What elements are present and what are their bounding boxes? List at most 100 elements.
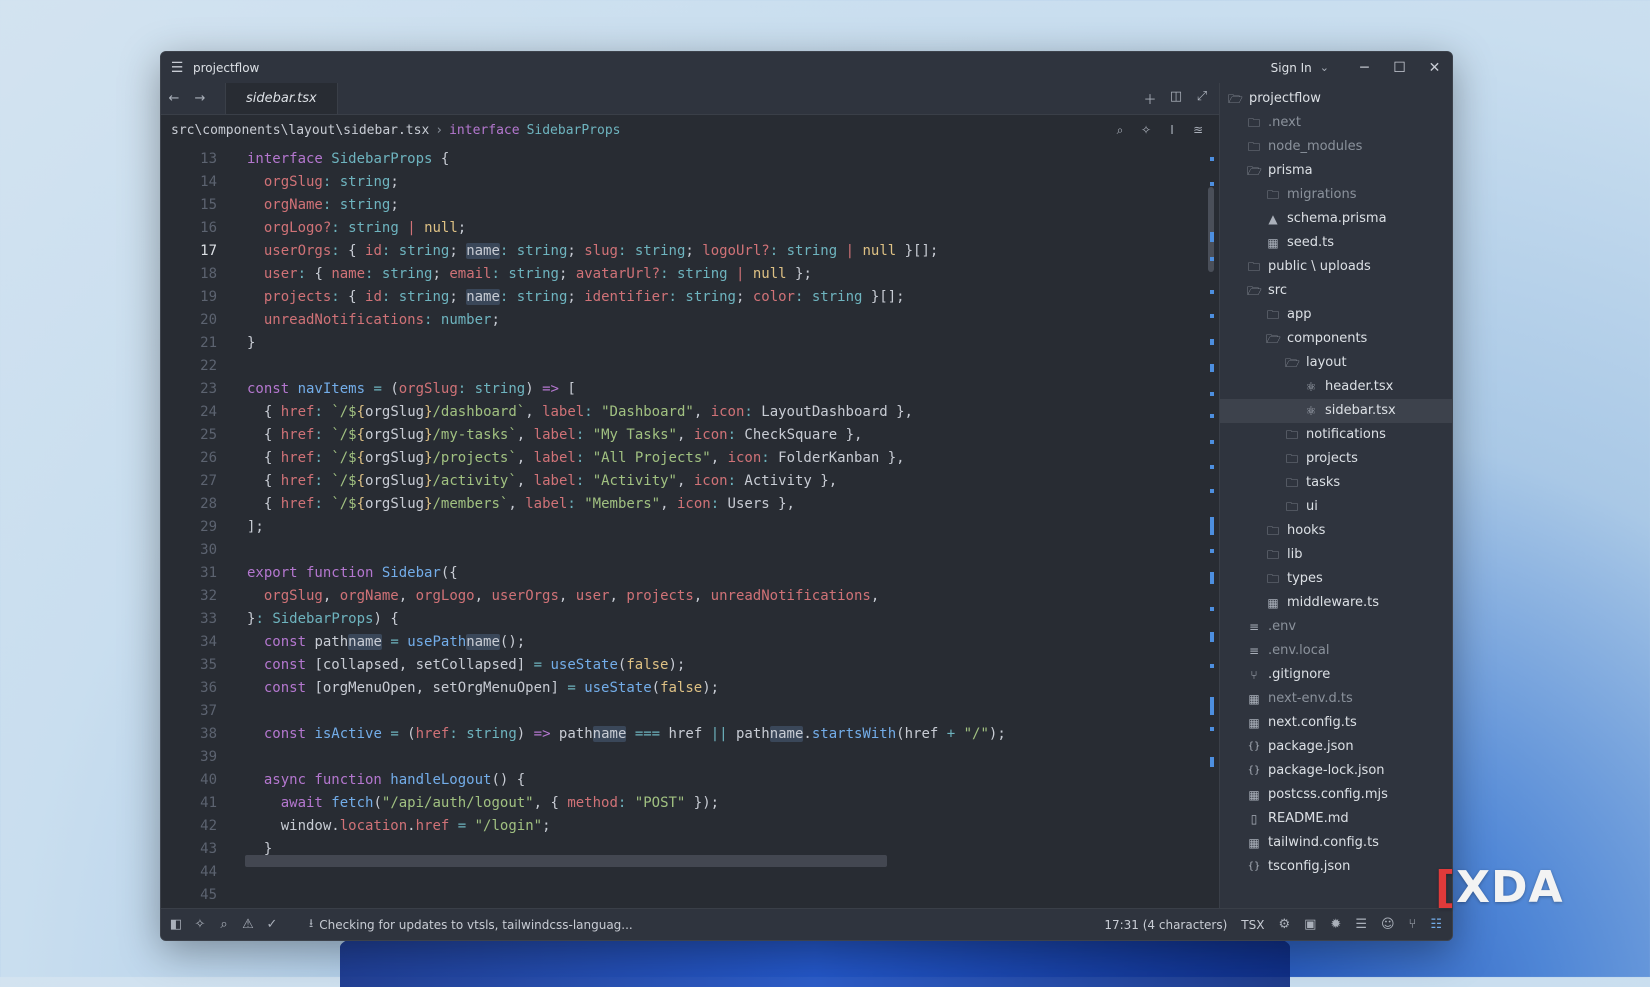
code-line[interactable]: 31 export function Sidebar({ <box>161 562 1219 585</box>
code-line[interactable]: 30 <box>161 539 1219 562</box>
code-line[interactable]: 15 orgName: string; <box>161 194 1219 217</box>
minimize-icon[interactable]: ─ <box>1347 60 1382 76</box>
diagnostics-icon[interactable]: ⚠ <box>239 917 257 932</box>
project-panel-icon[interactable]: ☷ <box>1430 917 1442 932</box>
file-tree-item[interactable]: 🗁 components <box>1220 327 1452 351</box>
tab-sidebar-tsx[interactable]: sidebar.tsx <box>225 83 338 114</box>
code-line[interactable]: 38 const isActive = (href: string) => pa… <box>161 723 1219 746</box>
search-icon[interactable]: ⌕ <box>1109 123 1131 138</box>
outline-icon[interactable]: ☰ <box>1355 917 1367 932</box>
file-tree-item[interactable]: 🗀 notifications <box>1220 423 1452 447</box>
sign-in-button[interactable]: Sign In <box>1271 61 1312 75</box>
code-line[interactable]: 35 const [collapsed, setCollapsed] = use… <box>161 654 1219 677</box>
file-tree-item[interactable]: ⑂ .gitignore <box>1220 663 1452 687</box>
file-tree-item[interactable]: ⚛ sidebar.tsx <box>1220 399 1452 423</box>
file-tree-item[interactable]: 🗀 node_modules <box>1220 135 1452 159</box>
code-line[interactable]: 40 async function handleLogout() { <box>161 769 1219 792</box>
collab-icon[interactable]: ☺ <box>1381 917 1395 932</box>
code-line[interactable]: 13 interface SidebarProps { <box>161 148 1219 171</box>
text-cursor-icon[interactable]: I <box>1161 123 1183 138</box>
git-branch-icon[interactable]: ⑂ <box>1409 917 1417 932</box>
code-line[interactable]: 28 { href: `/${orgSlug}/members`, label:… <box>161 493 1219 516</box>
code-line[interactable]: 41 await fetch("/api/auth/logout", { met… <box>161 792 1219 815</box>
file-tree-item[interactable]: 🗀 lib <box>1220 543 1452 567</box>
close-icon[interactable]: ✕ <box>1417 60 1452 76</box>
language-selector[interactable]: TSX <box>1241 918 1264 932</box>
file-tree-item[interactable]: 🗀 tasks <box>1220 471 1452 495</box>
file-tree-item[interactable]: {} tsconfig.json <box>1220 855 1452 879</box>
code-line[interactable]: 18 user: { name: string; email: string; … <box>161 263 1219 286</box>
code-line[interactable]: 26 { href: `/${orgSlug}/projects`, label… <box>161 447 1219 470</box>
file-tree-item[interactable]: 🗀 ui <box>1220 495 1452 519</box>
split-pane-icon[interactable]: ◫ <box>1165 89 1187 108</box>
code-line[interactable]: 29]; <box>161 516 1219 539</box>
file-tree-item[interactable]: ▦ next.config.ts <box>1220 711 1452 735</box>
code-line[interactable]: 22 <box>161 355 1219 378</box>
file-tree-item[interactable]: 🗁 projectflow <box>1220 87 1452 111</box>
code-line[interactable]: 45 <box>161 884 1219 907</box>
file-tree-item[interactable]: {} package-lock.json <box>1220 759 1452 783</box>
assistant-sparkle-icon[interactable]: ✧ <box>191 917 209 932</box>
code-token: string <box>398 243 450 259</box>
code-line[interactable]: 16 orgLogo?: string | null; <box>161 217 1219 240</box>
maximize-icon[interactable]: ☐ <box>1382 60 1417 76</box>
file-tree-item[interactable]: {} package.json <box>1220 735 1452 759</box>
file-tree-item[interactable]: 🗀 migrations <box>1220 183 1452 207</box>
code-line[interactable]: 37 <box>161 700 1219 723</box>
forward-arrow-icon[interactable]: → <box>187 91 213 106</box>
code-line[interactable]: 39 <box>161 746 1219 769</box>
hamburger-menu-icon[interactable]: ☰ <box>161 60 193 76</box>
project-search-icon[interactable]: ⌕ <box>215 917 233 932</box>
file-tree-item[interactable]: ▦ tailwind.config.ts <box>1220 831 1452 855</box>
code-line[interactable]: 27 { href: `/${orgSlug}/activity`, label… <box>161 470 1219 493</box>
file-tree-item[interactable]: ▦ middleware.ts <box>1220 591 1452 615</box>
cursor-position[interactable]: 17:31 (4 characters) <box>1104 918 1227 932</box>
code-line[interactable]: 14 orgSlug: string; <box>161 171 1219 194</box>
code-line[interactable]: 20 unreadNotifications: number; <box>161 309 1219 332</box>
code-line[interactable]: 25 { href: `/${orgSlug}/my-tasks`, label… <box>161 424 1219 447</box>
code-line[interactable]: 33}: SidebarProps) { <box>161 608 1219 631</box>
file-tree-item[interactable]: 🗀 types <box>1220 567 1452 591</box>
code-line[interactable]: 32 orgSlug, orgName, orgLogo, userOrgs, … <box>161 585 1219 608</box>
code-line[interactable]: 21} <box>161 332 1219 355</box>
file-tree-item[interactable]: ≡ .env.local <box>1220 639 1452 663</box>
settings-sliders-icon[interactable]: ≊ <box>1187 123 1209 138</box>
code-line[interactable]: 23 const navItems = (orgSlug: string) => … <box>161 378 1219 401</box>
file-tree-item[interactable]: 🗁 src <box>1220 279 1452 303</box>
file-tree-item[interactable]: 🗀 hooks <box>1220 519 1452 543</box>
file-tree-item[interactable]: ≡ .env <box>1220 615 1452 639</box>
code-line[interactable]: 24 { href: `/${orgSlug}/dashboard`, labe… <box>161 401 1219 424</box>
breadcrumb-path[interactable]: src\components\layout\sidebar.tsx <box>171 123 429 138</box>
chevron-down-icon[interactable]: ⌄ <box>1320 61 1329 74</box>
file-tree-item[interactable]: 🗁 layout <box>1220 351 1452 375</box>
code-editor[interactable]: 13 interface SidebarProps {14 orgSlug: st… <box>161 148 1219 908</box>
breadcrumb-symbol[interactable]: SidebarProps <box>527 123 621 138</box>
new-file-icon[interactable]: ＋ <box>1139 89 1161 108</box>
code-line[interactable]: 19 projects: { id: string; name: string;… <box>161 286 1219 309</box>
file-tree-label: notifications <box>1306 427 1386 442</box>
checkmark-icon[interactable]: ✓ <box>263 917 281 932</box>
code-line[interactable]: 36 const [orgMenuOpen, setOrgMenuOpen] =… <box>161 677 1219 700</box>
file-tree-item[interactable]: ▯ README.md <box>1220 807 1452 831</box>
code-line[interactable]: 17 userOrgs: { id: string; name: string;… <box>161 240 1219 263</box>
file-tree-item[interactable]: 🗀 .next <box>1220 111 1452 135</box>
file-tree-item[interactable]: 🗀 app <box>1220 303 1452 327</box>
code-line[interactable]: 34 const pathname = usePathname(); <box>161 631 1219 654</box>
toggle-left-dock-icon[interactable]: ◧ <box>167 917 185 932</box>
file-tree-item[interactable]: 🗀 public \ uploads <box>1220 255 1452 279</box>
terminal-icon[interactable]: ▣ <box>1304 917 1316 932</box>
file-tree-item[interactable]: ▦ next-env.d.ts <box>1220 687 1452 711</box>
horizontal-scroll-thumb[interactable] <box>245 855 887 867</box>
file-tree-item[interactable]: ▦ postcss.config.mjs <box>1220 783 1452 807</box>
file-tree-item[interactable]: 🗁 prisma <box>1220 159 1452 183</box>
back-arrow-icon[interactable]: ← <box>161 91 187 106</box>
file-tree-item[interactable]: ⚛ header.tsx <box>1220 375 1452 399</box>
file-tree-item[interactable]: 🗀 projects <box>1220 447 1452 471</box>
language-server-icon[interactable]: ⚙ <box>1278 917 1290 932</box>
file-tree-item[interactable]: ▦ seed.ts <box>1220 231 1452 255</box>
expand-icon[interactable]: ⤢ <box>1191 89 1213 108</box>
debug-icon[interactable]: ✹ <box>1330 917 1341 932</box>
sparkle-assist-icon[interactable]: ✧ <box>1135 123 1157 138</box>
file-tree-item[interactable]: ▲ schema.prisma <box>1220 207 1452 231</box>
code-line[interactable]: 42 window.location.href = "/login"; <box>161 815 1219 838</box>
